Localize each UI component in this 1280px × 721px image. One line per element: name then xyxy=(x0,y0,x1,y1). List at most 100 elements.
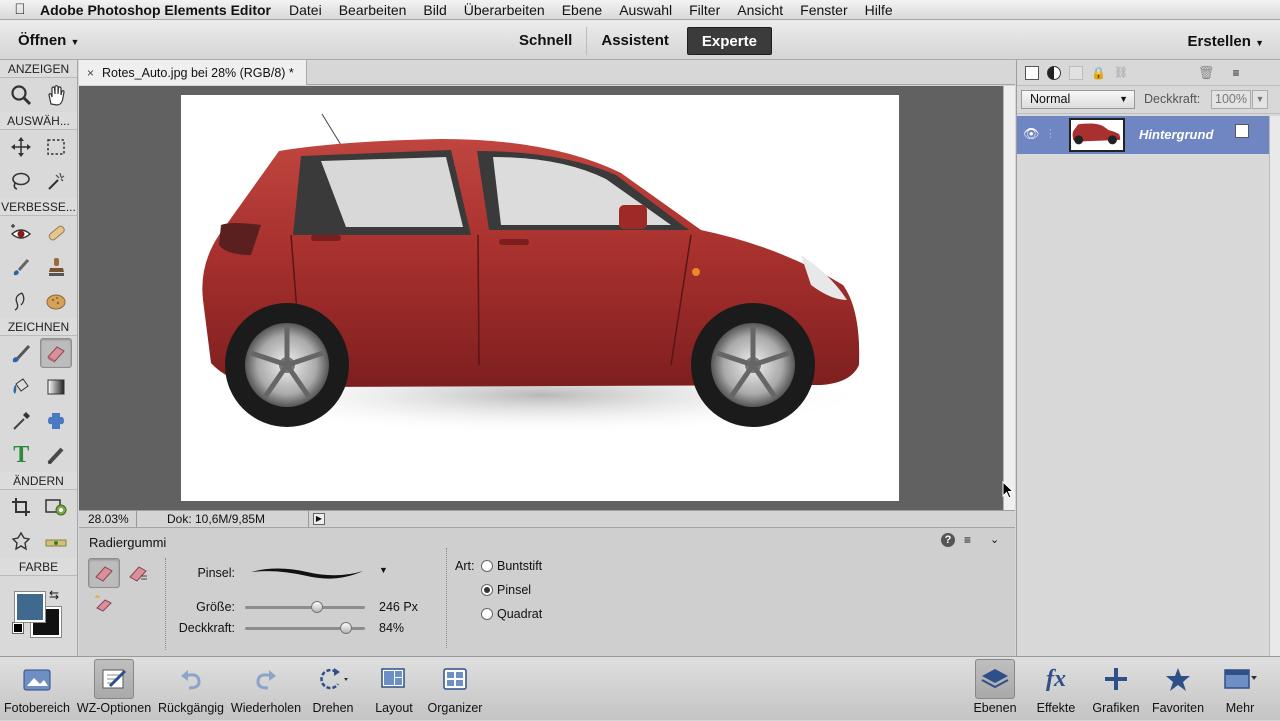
spot-healing-icon[interactable] xyxy=(40,218,72,248)
redo-label: Wiederholen xyxy=(230,701,302,715)
canvas-scrollbar[interactable] xyxy=(1003,86,1015,510)
tool-options-panel: Radiergummi ? ≡ ⌄ Pinsel: ▼ Größe: 246 P… xyxy=(79,527,1015,656)
opacity-slider-knob[interactable] xyxy=(339,622,352,634)
chevron-down-icon[interactable]: ▼ xyxy=(1252,90,1268,109)
car-photo[interactable] xyxy=(181,95,899,501)
size-slider-knob[interactable] xyxy=(311,601,323,613)
trash-icon[interactable]: 🗑 xyxy=(1198,65,1215,81)
layers-button[interactable]: Ebenen xyxy=(970,657,1020,721)
clone-stamp-icon[interactable] xyxy=(40,252,72,282)
brush-preview[interactable] xyxy=(247,559,367,585)
layer-name[interactable]: Hintergrund xyxy=(1139,127,1213,142)
blur-tool-icon[interactable] xyxy=(5,286,37,316)
gradient-tool-icon[interactable] xyxy=(40,372,72,402)
menu-bild[interactable]: Bild xyxy=(423,2,446,18)
new-layer-icon[interactable] xyxy=(1025,65,1039,80)
favorites-button[interactable]: Favoriten xyxy=(1148,657,1208,721)
layer-lock-icon[interactable] xyxy=(1235,124,1249,138)
marquee-tool-icon[interactable] xyxy=(40,132,72,162)
menu-ueberarbeiten[interactable]: Überarbeiten xyxy=(464,2,545,18)
sponge-tool-icon[interactable] xyxy=(40,286,72,316)
opacity-slider[interactable] xyxy=(245,622,365,634)
more-button[interactable]: Mehr xyxy=(1214,657,1266,721)
hand-tool-icon[interactable] xyxy=(40,80,72,110)
straighten-tool-icon[interactable] xyxy=(40,526,72,556)
crop-tool-icon[interactable] xyxy=(5,492,37,522)
menu-filter[interactable]: Filter xyxy=(689,2,720,18)
size-slider[interactable] xyxy=(245,601,365,613)
layers-scrollbar[interactable] xyxy=(1269,116,1280,656)
document-tab[interactable]: × Rotes_Auto.jpg bei 28% (RGB/8) * xyxy=(79,60,307,85)
apple-icon[interactable]:  xyxy=(0,1,40,18)
organizer-button[interactable]: Organizer xyxy=(424,657,486,721)
foreground-color[interactable] xyxy=(14,591,46,623)
tab-schnell[interactable]: Schnell xyxy=(505,27,588,55)
create-button[interactable]: Erstellen ▼ xyxy=(1188,33,1264,50)
smart-brush-icon[interactable] xyxy=(5,252,37,282)
open-button[interactable]: Öffnen ▼ xyxy=(18,32,79,49)
menu-auswahl[interactable]: Auswahl xyxy=(619,2,672,18)
tab-experte[interactable]: Experte xyxy=(686,27,772,55)
visibility-eye-icon[interactable]: 👁 xyxy=(1023,126,1040,142)
link-icon[interactable]: ⛓ xyxy=(1114,66,1128,79)
app-name[interactable]: Adobe Photoshop Elements Editor xyxy=(40,2,271,18)
swap-colors-icon[interactable]: ⇆ xyxy=(49,588,59,602)
layer-link-icon[interactable]: ⋮ xyxy=(1045,127,1056,140)
collapse-chevron-icon[interactable]: ⌄ xyxy=(990,533,999,546)
close-icon[interactable]: × xyxy=(87,66,94,80)
tool-options-button[interactable]: WZ-Optionen xyxy=(74,657,154,721)
redo-button[interactable]: Wiederholen xyxy=(228,657,304,721)
content-move-icon[interactable] xyxy=(5,526,37,556)
menu-hilfe[interactable]: Hilfe xyxy=(865,2,893,18)
radio-button[interactable] xyxy=(481,608,493,620)
radio-button[interactable] xyxy=(481,560,493,572)
brush-tool-icon[interactable] xyxy=(5,338,37,368)
menu-ansicht[interactable]: Ansicht xyxy=(737,2,783,18)
lock-icon[interactable]: 🔒 xyxy=(1091,66,1106,80)
panel-menu-icon[interactable]: ≡ xyxy=(964,533,971,547)
menu-datei[interactable]: Datei xyxy=(289,2,322,18)
photo-bin-button[interactable]: Fotobereich xyxy=(2,657,72,721)
layer-opacity-input[interactable]: 100% xyxy=(1211,90,1251,109)
rotate-button[interactable]: Drehen xyxy=(306,657,360,721)
canvas-area[interactable] xyxy=(79,86,1003,510)
eraser-mode-icon[interactable] xyxy=(88,558,120,588)
radio-quadrat[interactable]: Quadrat xyxy=(481,607,542,621)
undo-button[interactable]: Rückgängig xyxy=(156,657,226,721)
color-swatches: ⇆ xyxy=(0,576,77,638)
recompose-tool-icon[interactable] xyxy=(40,492,72,522)
radio-button[interactable] xyxy=(481,584,493,596)
radio-pinsel[interactable]: Pinsel xyxy=(481,583,531,597)
effects-button[interactable]: fx Effekte xyxy=(1030,657,1082,721)
lasso-tool-icon[interactable] xyxy=(5,166,37,196)
pencil-tool-icon[interactable] xyxy=(40,440,72,470)
help-icon[interactable]: ? xyxy=(941,533,955,547)
eyedropper-icon[interactable] xyxy=(5,406,37,436)
menu-fenster[interactable]: Fenster xyxy=(800,2,847,18)
brush-dropdown-icon[interactable]: ▼ xyxy=(379,565,388,575)
menu-ebene[interactable]: Ebene xyxy=(562,2,602,18)
eraser-tool-icon[interactable] xyxy=(39,338,72,368)
red-eye-tool-icon[interactable] xyxy=(5,218,37,248)
background-eraser-icon[interactable] xyxy=(122,558,154,588)
move-tool-icon[interactable] xyxy=(5,132,37,162)
paint-bucket-icon[interactable] xyxy=(5,372,37,402)
zoom-tool-icon[interactable] xyxy=(5,80,37,110)
layout-button[interactable]: Layout xyxy=(366,657,422,721)
tab-assistent[interactable]: Assistent xyxy=(587,27,683,55)
adjustment-layer-icon[interactable] xyxy=(1047,65,1061,80)
zoom-value[interactable]: 28.03% xyxy=(79,510,137,527)
text-tool-icon[interactable]: T xyxy=(5,440,37,470)
magic-eraser-icon[interactable] xyxy=(88,588,120,618)
layer-mask-icon[interactable] xyxy=(1069,65,1083,80)
default-colors-icon[interactable] xyxy=(12,622,24,634)
radio-buntstift[interactable]: Buntstift xyxy=(481,559,542,573)
panel-menu-icon[interactable]: ≡ xyxy=(1232,66,1239,80)
blend-mode-select[interactable]: Normal ▼ xyxy=(1021,90,1135,109)
status-menu-button[interactable]: ▶ xyxy=(313,512,325,525)
magic-wand-icon[interactable] xyxy=(40,166,72,196)
menu-bearbeiten[interactable]: Bearbeiten xyxy=(339,2,407,18)
layer-row-hintergrund[interactable]: 👁 ⋮ Hintergrund xyxy=(1017,116,1269,154)
graphics-button[interactable]: Grafiken xyxy=(1088,657,1144,721)
custom-shape-icon[interactable] xyxy=(40,406,72,436)
